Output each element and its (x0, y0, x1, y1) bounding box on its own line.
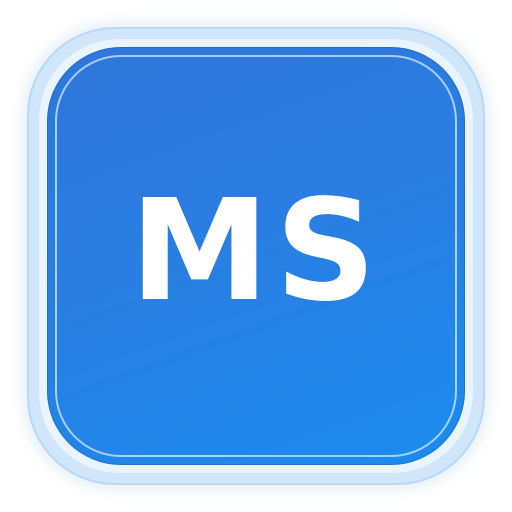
app-icon-canvas: MS (0, 0, 512, 512)
app-icon-label: MS (129, 170, 383, 333)
